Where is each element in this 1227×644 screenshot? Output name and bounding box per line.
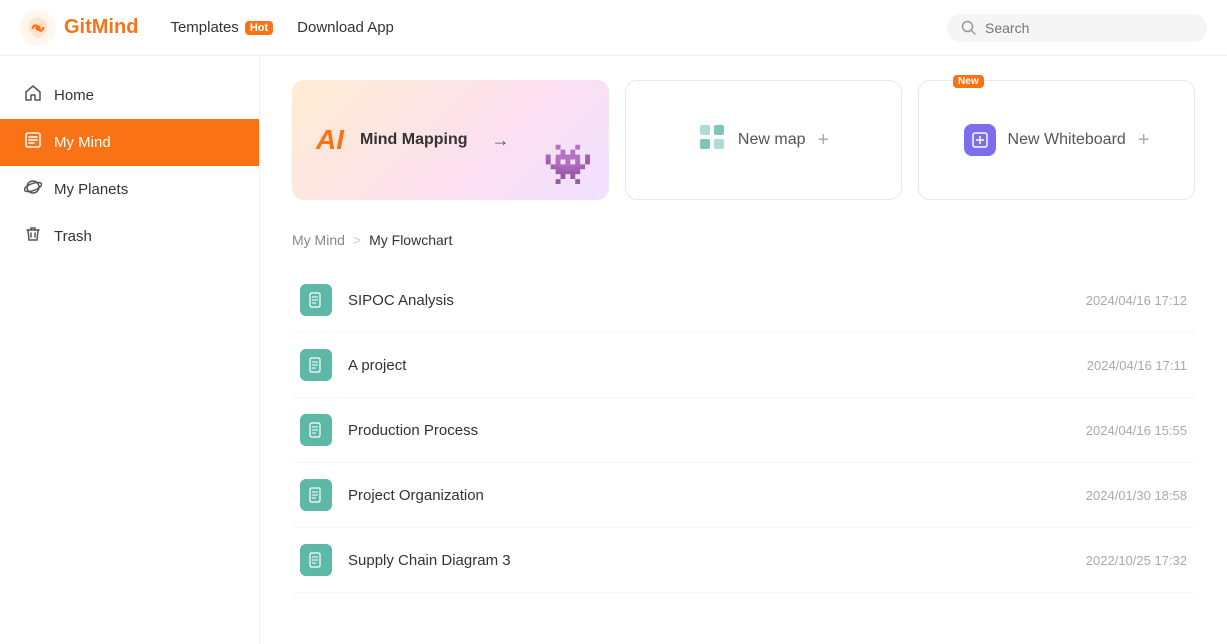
- sidebar-item-home-label: Home: [54, 87, 94, 104]
- new-map-label: New map: [738, 131, 806, 149]
- table-row[interactable]: SIPOC Analysis 2024/04/16 17:12: [292, 268, 1195, 333]
- breadcrumb: My Mind > My Flowchart: [292, 232, 1195, 248]
- trash-icon: [24, 225, 42, 248]
- logo-icon: [20, 10, 56, 46]
- new-whiteboard-card[interactable]: New New Whiteboard +: [918, 80, 1195, 200]
- file-name: A project: [348, 357, 1087, 374]
- file-icon: [300, 349, 332, 381]
- new-map-card[interactable]: New map +: [625, 80, 902, 200]
- new-whiteboard-label: New Whiteboard: [1008, 131, 1126, 149]
- new-map-plus-icon: +: [817, 129, 829, 152]
- sidebar-item-my-mind-label: My Mind: [54, 134, 111, 151]
- mind-mapping-label: Mind Mapping: [360, 131, 468, 149]
- sidebar-item-trash-label: Trash: [54, 228, 92, 245]
- main-nav: Templates Hot Download App: [170, 19, 393, 36]
- home-icon: [24, 84, 42, 107]
- sidebar-item-my-planets-label: My Planets: [54, 181, 128, 198]
- file-name: Project Organization: [348, 487, 1086, 504]
- new-whiteboard-badge: New: [953, 75, 984, 88]
- file-name: Supply Chain Diagram 3: [348, 552, 1086, 569]
- table-row[interactable]: Project Organization 2024/01/30 18:58: [292, 463, 1195, 528]
- file-date: 2024/04/16 17:11: [1087, 358, 1187, 373]
- file-icon: [300, 284, 332, 316]
- file-icon: [300, 479, 332, 511]
- hot-badge: Hot: [245, 21, 273, 35]
- sidebar-item-home[interactable]: Home: [0, 72, 259, 119]
- table-row[interactable]: A project 2024/04/16 17:11: [292, 333, 1195, 398]
- ai-badge: AI: [316, 124, 344, 156]
- sidebar: Home My Mind My Planets: [0, 56, 260, 644]
- breadcrumb-current: My Flowchart: [369, 232, 452, 248]
- file-date: 2024/04/16 15:55: [1086, 423, 1187, 438]
- sidebar-item-trash[interactable]: Trash: [0, 213, 259, 260]
- my-mind-icon: [24, 131, 42, 154]
- file-name: SIPOC Analysis: [348, 292, 1086, 309]
- sidebar-item-my-planets[interactable]: My Planets: [0, 166, 259, 213]
- new-map-icon: [698, 123, 726, 157]
- file-icon: [300, 544, 332, 576]
- mind-mapping-arrow: →: [492, 130, 510, 151]
- file-date: 2022/10/25 17:32: [1086, 553, 1187, 568]
- file-date: 2024/01/30 18:58: [1086, 488, 1187, 503]
- templates-nav-item[interactable]: Templates Hot: [170, 19, 273, 36]
- main-layout: Home My Mind My Planets: [0, 56, 1227, 644]
- download-app-label: Download App: [297, 19, 394, 36]
- table-row[interactable]: Supply Chain Diagram 3 2022/10/25 17:32: [292, 528, 1195, 593]
- file-date: 2024/04/16 17:12: [1086, 293, 1187, 308]
- header: GitMind Templates Hot Download App: [0, 0, 1227, 56]
- logo-text: GitMind: [64, 16, 138, 39]
- breadcrumb-parent[interactable]: My Mind: [292, 232, 345, 248]
- main-content: AI Mind Mapping → 👾 New map +: [260, 56, 1227, 644]
- quick-actions: AI Mind Mapping → 👾 New map +: [292, 80, 1195, 200]
- whiteboard-icon: [964, 124, 996, 156]
- table-row[interactable]: Production Process 2024/04/16 15:55: [292, 398, 1195, 463]
- templates-label: Templates: [170, 19, 238, 36]
- my-planets-icon: [24, 178, 42, 201]
- breadcrumb-separator: >: [353, 232, 361, 248]
- mind-mapping-card[interactable]: AI Mind Mapping → 👾: [292, 80, 609, 200]
- search-box[interactable]: [947, 14, 1207, 42]
- search-icon: [961, 20, 977, 36]
- logo[interactable]: GitMind: [20, 10, 138, 46]
- file-icon: [300, 414, 332, 446]
- file-name: Production Process: [348, 422, 1086, 439]
- search-input[interactable]: [985, 20, 1193, 36]
- new-whiteboard-plus-icon: +: [1138, 129, 1150, 152]
- sidebar-item-my-mind[interactable]: My Mind: [0, 119, 259, 166]
- ghost-emoji: 👾: [543, 141, 593, 188]
- file-list: SIPOC Analysis 2024/04/16 17:12 A projec…: [292, 268, 1195, 593]
- download-app-nav-item[interactable]: Download App: [297, 19, 394, 36]
